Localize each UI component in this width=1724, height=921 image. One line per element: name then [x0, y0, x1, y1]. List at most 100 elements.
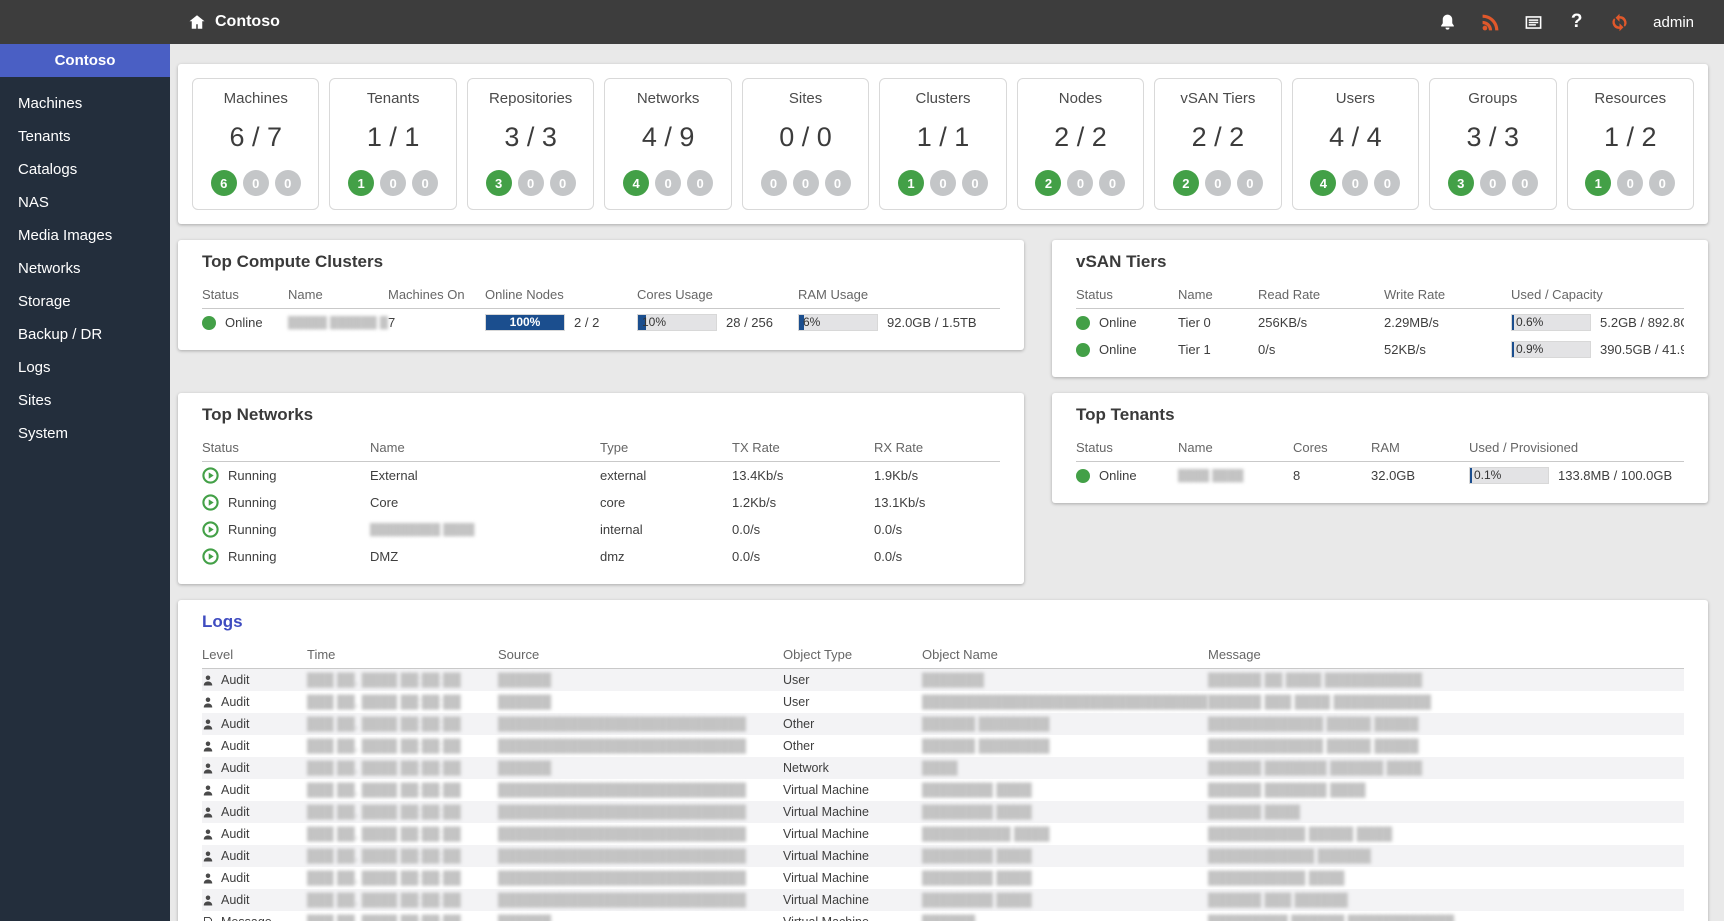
networks-table: Status Name Type TX Rate RX Rate [202, 434, 1000, 570]
network-name: DMZ [370, 543, 600, 570]
column-header: Name [1178, 281, 1258, 309]
column-header: Name [1178, 434, 1293, 462]
log-row[interactable]: Audit ███ ██, ████ ██:██:██ ██████ Netwo… [202, 757, 1684, 779]
tenant-name: ████ ████ [1178, 462, 1293, 490]
sidebar-item[interactable]: Catalogs [0, 153, 170, 186]
status-label: Running [228, 522, 276, 537]
sidebar-item[interactable]: Media Images [0, 219, 170, 252]
log-row[interactable]: Audit ███ ██, ████ ██:██:██ ████████████… [202, 779, 1684, 801]
sidebar-item[interactable]: Tenants [0, 120, 170, 153]
table-row[interactable]: Running DMZ dmz 0.0/s 0.0/s [202, 543, 1000, 570]
rss-icon[interactable] [1481, 13, 1500, 32]
log-row[interactable]: Message ███ ██, ████ ██:██:██ ██████ Vir… [202, 911, 1684, 921]
home-brand[interactable]: Contoso [188, 13, 280, 31]
table-row[interactable]: Running External external 13.4Kb/s 1.9Kb… [202, 462, 1000, 490]
status-label: Running [228, 549, 276, 564]
log-row[interactable]: Audit ███ ██, ████ ██:██:██ ████████████… [202, 713, 1684, 735]
log-row[interactable]: Audit ███ ██, ████ ██:██:██ ██████ User … [202, 669, 1684, 692]
stat-card-value: 1 / 1 [884, 122, 1001, 153]
column-header: Status [1076, 434, 1178, 462]
panel-title: vSAN Tiers [1076, 252, 1684, 272]
stat-card[interactable]: Users 4 / 4 4 0 0 [1292, 78, 1419, 210]
stat-card[interactable]: Nodes 2 / 2 2 0 0 [1017, 78, 1144, 210]
console-icon[interactable] [1524, 13, 1543, 32]
sidebar-item[interactable]: Machines [0, 87, 170, 120]
status-badge: 0 [412, 170, 438, 196]
stat-card[interactable]: Groups 3 / 3 3 0 0 [1429, 78, 1556, 210]
table-row[interactable]: Online ████ ████ 8 32.0GB 0.1%133.8MB / … [1076, 462, 1684, 490]
log-object-type: Virtual Machine [783, 801, 922, 823]
status-badge: 2 [1035, 170, 1061, 196]
status-badge: 0 [1067, 170, 1093, 196]
tier-name: Tier 1 [1178, 336, 1258, 363]
log-object-name: ██████ [922, 911, 1208, 921]
sidebar-item[interactable]: Networks [0, 252, 170, 285]
status-label: Online [1099, 468, 1137, 483]
stat-card-title: Tenants [334, 90, 451, 107]
sidebar-item[interactable]: System [0, 417, 170, 450]
log-object-name: ██████ ████████ [922, 735, 1208, 757]
network-type: dmz [600, 543, 732, 570]
sidebar-item[interactable]: Backup / DR [0, 318, 170, 351]
stat-card[interactable]: Clusters 1 / 1 1 0 0 [879, 78, 1006, 210]
log-row[interactable]: Audit ███ ██, ████ ██:██:██ ████████████… [202, 867, 1684, 889]
user-menu[interactable]: admin [1653, 14, 1694, 31]
log-source: ██████ [498, 691, 783, 713]
home-icon [188, 13, 206, 31]
sidebar-item[interactable]: Logs [0, 351, 170, 384]
log-row[interactable]: Audit ███ ██, ████ ██:██:██ ████████████… [202, 823, 1684, 845]
tx-rate: 0.0/s [732, 516, 874, 543]
table-row[interactable]: Online Tier 0 256KB/s 2.29MB/s 0.6%5.2GB… [1076, 309, 1684, 337]
stat-card-value: 2 / 2 [1022, 122, 1139, 153]
column-header: Object Name [922, 641, 1208, 669]
status-badge: 0 [761, 170, 787, 196]
refresh-icon[interactable] [1610, 13, 1629, 32]
stat-card[interactable]: Tenants 1 / 1 1 0 0 [329, 78, 456, 210]
log-object-name: ████████ ████ [922, 867, 1208, 889]
status-badge: 0 [1480, 170, 1506, 196]
log-object-type: Virtual Machine [783, 911, 922, 921]
bell-icon[interactable] [1438, 13, 1457, 32]
table-row[interactable]: Online █████ ██████ ██ 7 100%2 / 2 10%28… [202, 309, 1000, 337]
running-play-icon [202, 467, 219, 484]
panel-title: Top Networks [202, 405, 1000, 425]
sidebar-item[interactable]: Sites [0, 384, 170, 417]
stat-card[interactable]: Sites 0 / 0 0 0 0 [742, 78, 869, 210]
stat-card-value: 1 / 2 [1572, 122, 1689, 153]
stat-card[interactable]: Machines 6 / 7 6 0 0 [192, 78, 319, 210]
status-badge: 0 [243, 170, 269, 196]
log-source: ████████████████████████████ [498, 845, 783, 867]
sidebar-item[interactable]: NAS [0, 186, 170, 219]
stat-card[interactable]: vSAN Tiers 2 / 2 2 0 0 [1154, 78, 1281, 210]
machines-on-value: 7 [388, 309, 485, 337]
sidebar-item[interactable]: Storage [0, 285, 170, 318]
stat-card-title: Groups [1434, 90, 1551, 107]
log-row[interactable]: Audit ███ ██, ████ ██:██:██ ████████████… [202, 735, 1684, 757]
column-header: Machines On [388, 281, 485, 309]
log-source: ████████████████████████████ [498, 889, 783, 911]
rx-rate: 0.0/s [874, 543, 1000, 570]
table-row[interactable]: Running █████████ ████ internal 0.0/s 0.… [202, 516, 1000, 543]
column-header: Online Nodes [485, 281, 637, 309]
log-level-label: Audit [221, 783, 250, 797]
log-row[interactable]: Audit ███ ██, ████ ██:██:██ ████████████… [202, 889, 1684, 911]
log-time: ███ ██, ████ ██:██:██ [307, 867, 498, 889]
log-object-type: User [783, 691, 922, 713]
sidebar-header-contoso[interactable]: Contoso [0, 44, 170, 77]
panel-row-3: Top Networks Status Name Type TX Rate RX… [178, 393, 1708, 584]
help-icon[interactable]: ? [1567, 13, 1586, 32]
log-row[interactable]: Audit ███ ██, ████ ██:██:██ ██████ User … [202, 691, 1684, 713]
stat-card[interactable]: Resources 1 / 2 1 0 0 [1567, 78, 1694, 210]
stat-card[interactable]: Networks 4 / 9 4 0 0 [604, 78, 731, 210]
online-nodes-value: 2 / 2 [574, 315, 599, 330]
log-object-name: ████ [922, 757, 1208, 779]
stat-card[interactable]: Repositories 3 / 3 3 0 0 [467, 78, 594, 210]
status-badge: 0 [687, 170, 713, 196]
column-header: Name [370, 434, 600, 462]
table-row[interactable]: Running Core core 1.2Kb/s 13.1Kb/s [202, 489, 1000, 516]
logs-panel-title[interactable]: Logs [202, 612, 1684, 632]
table-row[interactable]: Online Tier 1 0/s 52KB/s 0.9%390.5GB / 4… [1076, 336, 1684, 363]
log-row[interactable]: Audit ███ ██, ████ ██:██:██ ████████████… [202, 801, 1684, 823]
audit-user-icon [202, 784, 214, 797]
log-row[interactable]: Audit ███ ██, ████ ██:██:██ ████████████… [202, 845, 1684, 867]
